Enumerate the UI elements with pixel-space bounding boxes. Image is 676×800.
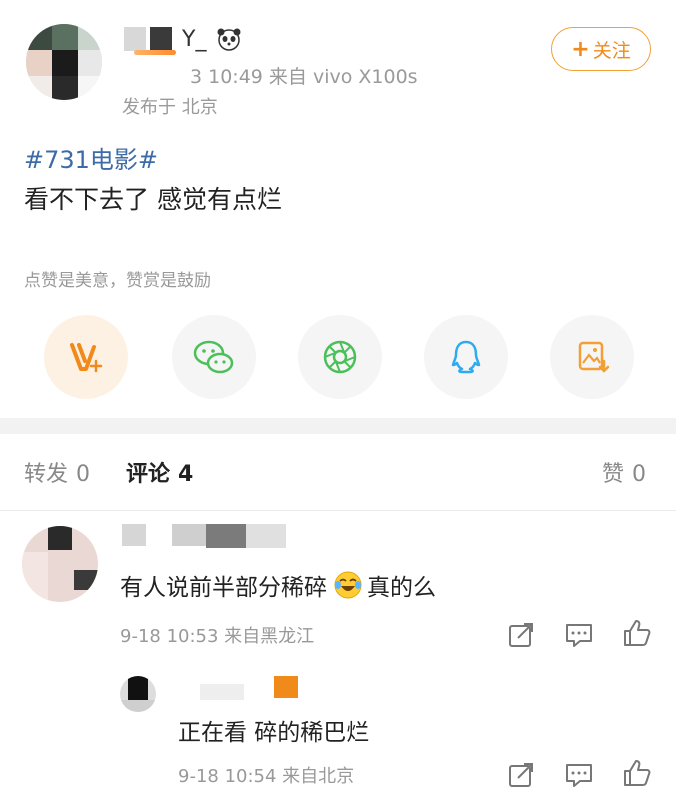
follow-button[interactable]: + 关注: [551, 27, 651, 71]
tab-likes-count: 0: [632, 462, 647, 487]
comment-icon[interactable]: [564, 760, 594, 790]
commenter-name[interactable]: [122, 522, 322, 552]
plus-icon: +: [571, 36, 590, 62]
reward-v-icon: [70, 343, 103, 373]
name-redacted-block: [172, 524, 206, 546]
reply-text: 正在看 碎的稀巴烂: [178, 720, 370, 746]
post-text: 看不下去了 感觉有点烂: [24, 185, 282, 214]
moments-icon: [323, 340, 357, 374]
share-qq-button[interactable]: [424, 315, 508, 399]
tab-likes[interactable]: 赞0: [602, 456, 646, 488]
commenter-avatar[interactable]: [22, 526, 98, 602]
laugh-cry-icon: [334, 571, 362, 599]
save-image-button[interactable]: [550, 315, 634, 399]
comment-meta: 9-18 10:53 来自黑龙江: [120, 626, 315, 647]
name-redacted-block: [246, 524, 286, 548]
follow-label: 关注: [592, 39, 631, 62]
name-redacted-block: [200, 684, 244, 700]
panda-icon: [217, 28, 241, 51]
tab-comments[interactable]: 评论 4: [126, 456, 193, 488]
active-tab-indicator: [134, 50, 176, 55]
comment-text-part: 真的么: [367, 575, 436, 601]
share-row: [0, 315, 676, 399]
comment-icon[interactable]: [564, 620, 594, 650]
reward-hint: 点赞是美意，赞赏是鼓励: [24, 271, 211, 291]
repost-icon[interactable]: [506, 620, 536, 650]
save-image-icon: [578, 341, 610, 373]
replier-avatar[interactable]: [120, 676, 156, 712]
tab-bar: 转发 0 评论 4 赞0: [0, 450, 676, 498]
tab-repost-label: 转发: [24, 462, 69, 487]
name-redacted-block: [124, 27, 146, 51]
author-name-text: Y_: [182, 26, 207, 52]
replier-name[interactable]: [170, 676, 310, 702]
tab-repost-count: 0: [76, 462, 91, 487]
section-divider: [0, 418, 676, 434]
tab-likes-label: 赞: [602, 462, 625, 487]
name-redacted-block: [150, 27, 172, 51]
reply-meta: 9-18 10:54 来自北京: [178, 766, 355, 787]
tab-divider: [0, 510, 676, 511]
like-icon[interactable]: [622, 758, 652, 788]
share-wechat-button[interactable]: [172, 315, 256, 399]
wechat-icon: [193, 340, 234, 374]
post-location: 发布于 北京: [122, 97, 218, 118]
comment-text: 有人说前半部分稀碎 真的么: [120, 568, 436, 602]
like-icon[interactable]: [622, 618, 652, 648]
post-hashtag[interactable]: #731电影#: [24, 140, 158, 175]
tab-comments-count: 4: [178, 462, 194, 487]
repost-icon[interactable]: [506, 760, 536, 790]
author-avatar[interactable]: [26, 24, 102, 100]
comment-text-part: 有人说前半部分稀碎: [120, 575, 327, 601]
post-meta: 3 10:49 来自 vivo X100s: [190, 66, 418, 88]
qq-icon: [451, 340, 481, 374]
tab-comments-label: 评论: [126, 462, 171, 487]
reward-button[interactable]: [44, 315, 128, 399]
name-redacted-block: [206, 524, 246, 548]
name-redacted-block: [274, 676, 298, 698]
share-moments-button[interactable]: [298, 315, 382, 399]
name-redacted-block: [122, 524, 146, 546]
tab-repost[interactable]: 转发 0: [24, 456, 90, 488]
